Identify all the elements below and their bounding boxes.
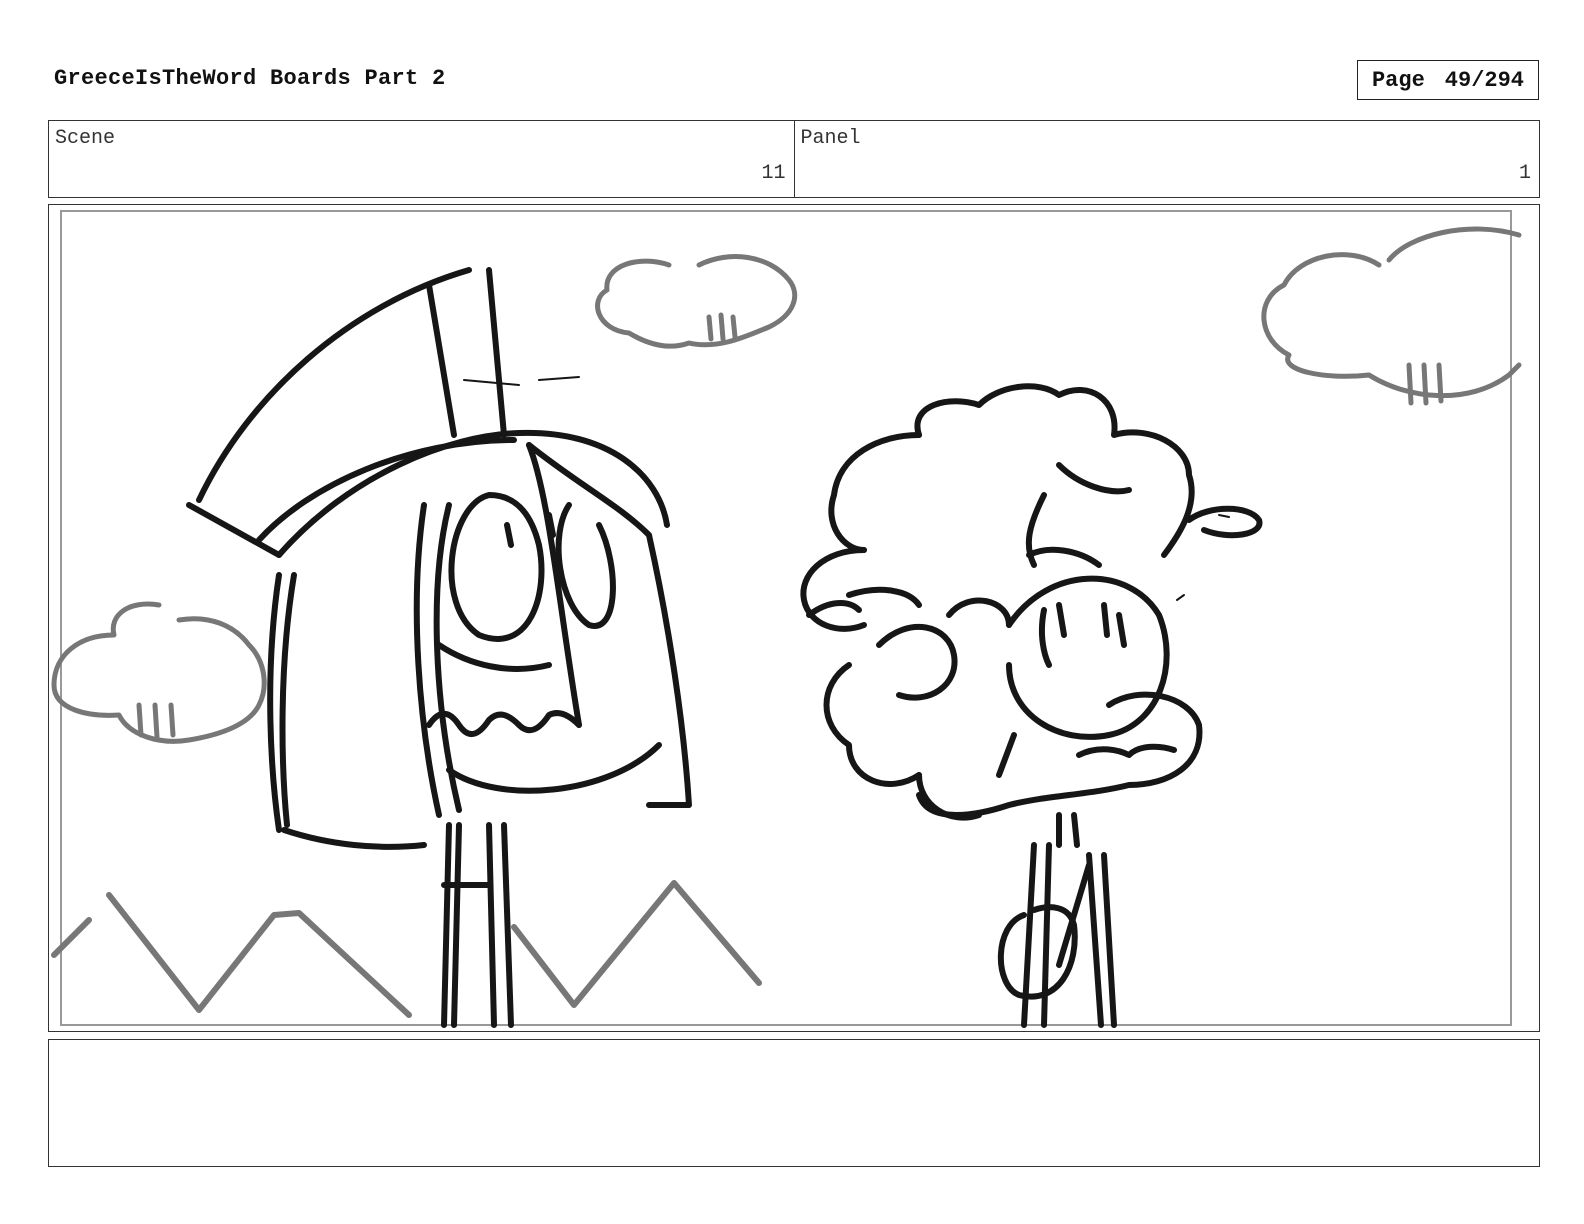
panel-sketch [51, 210, 1522, 1028]
board-title: GreeceIsTheWord Boards Part 2 [54, 66, 446, 91]
scene-cell: Scene 11 [49, 121, 794, 197]
character-right [800, 383, 1263, 1028]
mountains [51, 880, 762, 1018]
page-indicator: Page 49/294 [1357, 60, 1539, 100]
cloud-top-right [1261, 226, 1522, 406]
panel-cell: Panel 1 [793, 121, 1540, 197]
cloud-top-center [595, 254, 798, 349]
panel-number: 1 [1518, 162, 1531, 185]
storyboard-panel [48, 204, 1540, 1032]
page-label: Page [1371, 67, 1425, 93]
dialogue-notes-box [48, 1039, 1540, 1167]
scene-label: Scene [55, 127, 116, 150]
safe-frame [60, 210, 1512, 1026]
scene-number: 11 [761, 162, 786, 185]
scene-panel-info: Scene 11 Panel 1 [48, 120, 1540, 198]
page-number: 49/294 [1444, 67, 1525, 93]
cloud-left [51, 601, 267, 744]
panel-label: Panel [800, 127, 861, 150]
character-left [186, 267, 692, 1028]
